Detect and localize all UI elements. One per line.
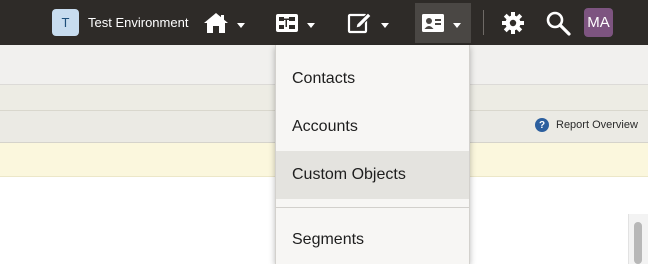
toolbar-divider [483, 10, 484, 35]
home-icon [204, 13, 228, 33]
audience-card-icon [422, 14, 444, 32]
nav-audience-button[interactable] [415, 3, 471, 43]
menu-divider [276, 207, 469, 208]
settings-button[interactable] [501, 3, 525, 43]
chevron-down-icon [307, 22, 315, 28]
scrollbar-thumb[interactable] [634, 222, 642, 264]
chevron-down-icon [237, 22, 245, 28]
magnifier-icon [546, 11, 571, 36]
user-avatar[interactable]: MA [584, 8, 613, 37]
chevron-down-icon [381, 22, 389, 28]
environment-name: Test Environment [88, 15, 189, 30]
assets-edit-icon [347, 12, 372, 34]
report-overview-label: Report Overview [556, 119, 638, 131]
top-navigation-bar: T Test Environment MA [0, 0, 648, 45]
audience-dropdown-menu: Contacts Accounts Custom Objects Segment… [275, 45, 470, 264]
nav-home-button[interactable] [203, 3, 245, 43]
environment-switcher[interactable]: T Test Environment [52, 8, 188, 37]
gear-icon [502, 12, 524, 34]
menu-item-accounts[interactable]: Accounts [276, 103, 469, 151]
menu-item-segments[interactable]: Segments [276, 216, 469, 264]
menu-item-contacts[interactable]: Contacts [276, 55, 469, 103]
search-button[interactable] [545, 3, 571, 43]
environment-badge: T [52, 9, 79, 36]
orchestration-icon [276, 14, 298, 32]
chevron-down-icon [453, 22, 461, 28]
help-icon: ? [535, 118, 549, 132]
report-overview-link[interactable]: ? Report Overview [535, 118, 638, 132]
menu-item-custom-objects[interactable]: Custom Objects [276, 151, 469, 199]
nav-orchestration-button[interactable] [275, 3, 315, 43]
nav-assets-button[interactable] [347, 3, 389, 43]
